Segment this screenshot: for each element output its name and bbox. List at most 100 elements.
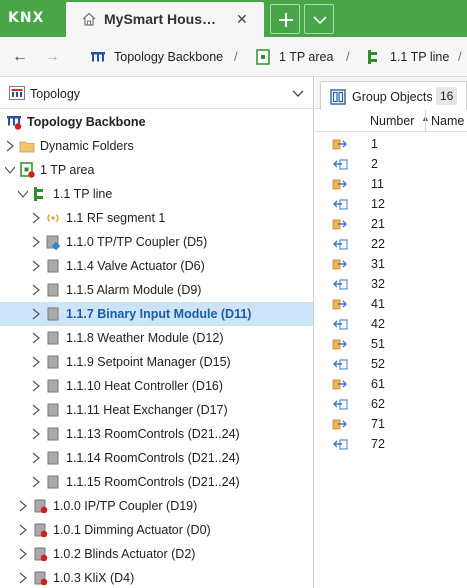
tree-item-label: Dynamic Folders (40, 139, 134, 153)
tree-item[interactable]: 1.1.14 RoomControls (D21..24) (0, 446, 313, 470)
table-row[interactable]: 72 (315, 434, 467, 454)
expand-arrow-icon[interactable] (31, 380, 41, 392)
group-object-number: 22 (371, 237, 385, 251)
device-icon (47, 403, 59, 417)
table-row[interactable]: 31 (315, 254, 467, 274)
expand-arrow-icon[interactable] (31, 236, 41, 248)
breadcrumb-item-topology[interactable]: Topology Backbone (114, 50, 223, 64)
breadcrumb-item-area[interactable]: 1 TP area (279, 50, 333, 64)
table-row[interactable]: 52 (315, 354, 467, 374)
topology-panel-title: Topology (30, 87, 81, 101)
tree-item[interactable]: 1.0.3 KliX (D4) (0, 566, 313, 588)
table-row[interactable]: 12 (315, 194, 467, 214)
expand-arrow-icon[interactable] (18, 548, 28, 560)
tree-item[interactable]: 1.0.1 Dimming Actuator (D0) (0, 518, 313, 542)
expand-arrow-icon[interactable] (5, 140, 15, 152)
tab-group-objects[interactable]: Group Objects 16 (320, 81, 467, 110)
expand-arrow-icon[interactable] (31, 404, 41, 416)
tab-dropdown-button[interactable] (304, 4, 334, 34)
group-object-send-icon (332, 219, 347, 230)
table-row[interactable]: 1 (315, 134, 467, 154)
device-icon (47, 355, 59, 369)
tree-item[interactable]: 1.1 RF segment 1 (0, 206, 313, 230)
table-row[interactable]: 11 (315, 174, 467, 194)
table-row[interactable]: 32 (315, 274, 467, 294)
expand-arrow-icon[interactable] (31, 308, 41, 320)
expand-arrow-icon[interactable] (31, 476, 41, 488)
group-objects-count-badge: 16 (436, 87, 458, 105)
collapse-arrow-icon[interactable] (5, 164, 15, 176)
back-arrow-icon[interactable]: ← (12, 48, 28, 66)
tree-item-label: 1.1.8 Weather Module (D12) (66, 331, 224, 345)
group-object-send-icon (332, 339, 347, 350)
breadcrumb-separator: / (346, 49, 350, 64)
column-header-number[interactable]: Number (370, 114, 414, 128)
expand-arrow-icon[interactable] (31, 260, 41, 272)
expand-arrow-icon[interactable] (18, 500, 28, 512)
expand-arrow-icon[interactable] (31, 428, 41, 440)
table-row[interactable]: 22 (315, 234, 467, 254)
area-icon (256, 49, 270, 65)
tree-item-label: 1.1.7 Binary Input Module (D11) (66, 307, 252, 321)
tree-item[interactable]: 1.1.13 RoomControls (D21..24) (0, 422, 313, 446)
group-object-number: 62 (371, 397, 385, 411)
tree-item[interactable]: 1 TP area (0, 158, 313, 182)
tree-item-label: 1.1 RF segment 1 (66, 211, 166, 225)
column-resize-handle[interactable] (425, 110, 426, 132)
tree-item-label: 1.0.3 KliX (D4) (53, 571, 135, 585)
expand-arrow-icon[interactable] (18, 572, 28, 584)
column-header-name[interactable]: Name (431, 114, 464, 128)
tree-item[interactable]: 1.1 TP line (0, 182, 313, 206)
group-object-send-icon (332, 419, 347, 430)
expand-arrow-icon[interactable] (31, 332, 41, 344)
table-row[interactable]: 2 (315, 154, 467, 174)
tree-item[interactable]: Topology Backbone (0, 110, 313, 134)
tree-item[interactable]: 1.1.15 RoomControls (D21..24) (0, 470, 313, 494)
device-icon (47, 331, 59, 345)
table-row[interactable]: 71 (315, 414, 467, 434)
expand-arrow-icon[interactable] (31, 356, 41, 368)
expand-arrow-icon[interactable] (31, 212, 41, 224)
forward-arrow-icon[interactable]: → (44, 48, 60, 66)
table-row[interactable]: 61 (315, 374, 467, 394)
table-row[interactable]: 41 (315, 294, 467, 314)
breadcrumb: ← → Topology Backbone / 1 TP area / 1.1 … (0, 37, 467, 77)
tree-item-label: 1.1.10 Heat Controller (D16) (66, 379, 224, 393)
tree-item-label: 1.1.15 RoomControls (D21..24) (66, 475, 240, 489)
expand-arrow-icon[interactable] (18, 524, 28, 536)
knx-logo: KNX (8, 10, 45, 26)
expand-arrow-icon[interactable] (31, 452, 41, 464)
tree-item[interactable]: 1.1.4 Valve Actuator (D6) (0, 254, 313, 278)
table-row[interactable]: 42 (315, 314, 467, 334)
close-icon[interactable]: ✕ (236, 11, 248, 28)
chevron-down-icon[interactable] (292, 87, 304, 99)
tree-item[interactable]: 1.1.9 Setpoint Manager (D15) (0, 350, 313, 374)
table-row[interactable]: 62 (315, 394, 467, 414)
collapse-arrow-icon[interactable] (18, 188, 28, 200)
tree-item[interactable]: 1.1.11 Heat Exchanger (D17) (0, 398, 313, 422)
group-object-receive-icon (333, 159, 348, 170)
group-object-send-icon (332, 259, 347, 270)
topology-panel-header[interactable]: Topology (0, 77, 313, 109)
group-object-number: 52 (371, 357, 385, 371)
tree-item[interactable]: 1.0.0 IP/TP Coupler (D19) (0, 494, 313, 518)
tree-item[interactable]: 1.0.2 Blinds Actuator (D2) (0, 542, 313, 566)
expand-arrow-icon[interactable] (31, 284, 41, 296)
new-tab-button[interactable] (270, 4, 300, 34)
tree-item[interactable]: 1.1.5 Alarm Module (D9) (0, 278, 313, 302)
area-icon (20, 162, 35, 178)
breadcrumb-item-line[interactable]: 1.1 TP line (390, 50, 449, 64)
tree-item[interactable]: 1.1.10 Heat Controller (D16) (0, 374, 313, 398)
tree-item[interactable]: 1.1.7 Binary Input Module (D11) (0, 302, 313, 326)
tree-item[interactable]: Dynamic Folders (0, 134, 313, 158)
tree-item-label: 1.0.0 IP/TP Coupler (D19) (53, 499, 198, 513)
line-icon (368, 50, 377, 64)
group-object-number: 2 (371, 157, 378, 171)
table-row[interactable]: 21 (315, 214, 467, 234)
tree-item[interactable]: 1.1.8 Weather Module (D12) (0, 326, 313, 350)
group-objects-tab-strip: Group Objects 16 (315, 77, 467, 110)
document-tab[interactable]: MySmart Hous… ✕ (66, 2, 264, 37)
device-icon (47, 427, 59, 441)
tree-item[interactable]: 1.1.0 TP/TP Coupler (D5) (0, 230, 313, 254)
table-row[interactable]: 51 (315, 334, 467, 354)
